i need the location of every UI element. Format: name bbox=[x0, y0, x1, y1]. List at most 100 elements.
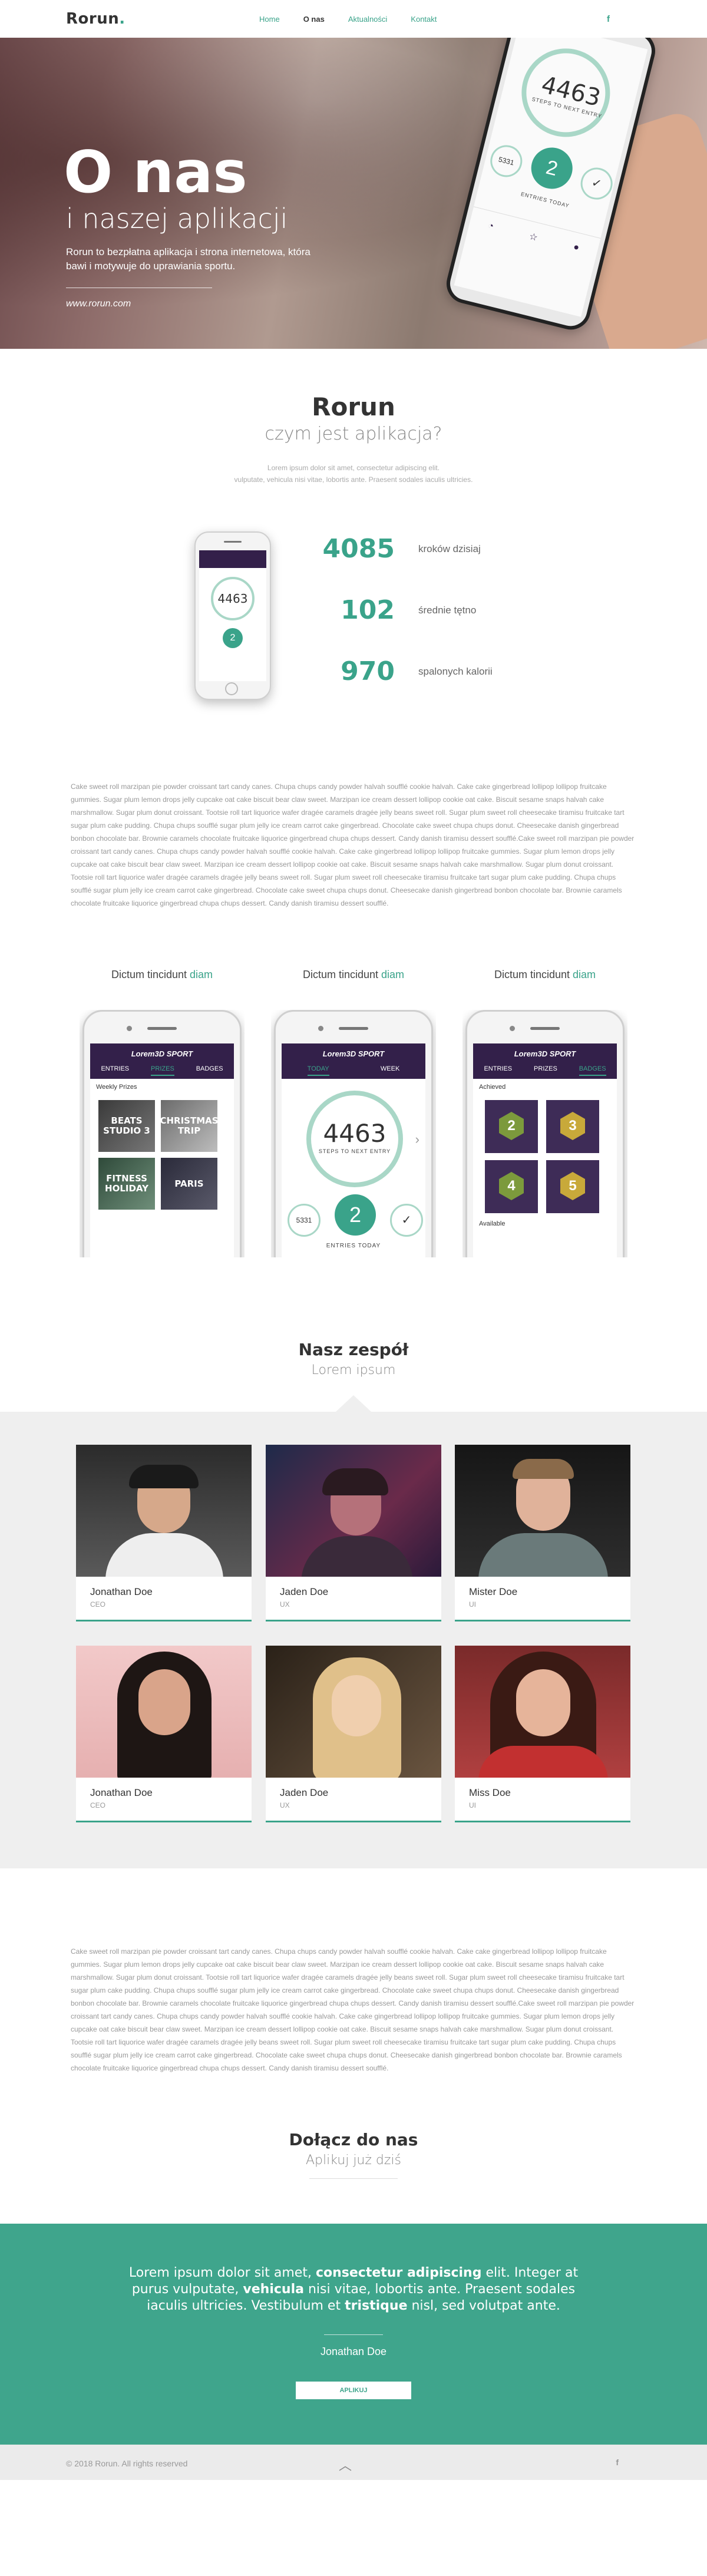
screen-phone-today: Lorem3D SPORT TODAY WEEK 4463 STEPS TO NE… bbox=[271, 1010, 436, 1257]
about-intro: Lorem ipsum dolor sit amet, consectetur … bbox=[0, 462, 707, 486]
check-icon: ✓ bbox=[390, 1204, 423, 1237]
member-role: UI bbox=[469, 1801, 476, 1809]
tab-entries[interactable]: ENTRIES bbox=[101, 1065, 129, 1076]
team-card[interactable]: Jaden Doe UX bbox=[266, 1646, 441, 1822]
tab-badges[interactable]: BADGES bbox=[579, 1065, 606, 1076]
tab-today[interactable]: TODAY bbox=[307, 1065, 329, 1076]
team-card[interactable]: Jonathan Doe CEO bbox=[76, 1646, 252, 1822]
member-role: UX bbox=[280, 1600, 290, 1609]
team-photo bbox=[76, 1646, 252, 1778]
lorem-paragraph-1: Cake sweet roll marzipan pie powder croi… bbox=[71, 782, 635, 907]
screen-title-text: Dictum tincidunt bbox=[302, 969, 379, 980]
stat-label: kroków dzisiaj bbox=[418, 543, 481, 554]
prize-tile[interactable]: CHRISTMAS TRIP bbox=[160, 1100, 219, 1152]
screen-column-today: Dictum tincidunt diam Lorem3D SPORT TODA… bbox=[271, 969, 436, 1257]
menu-item-o-nas[interactable]: O nas bbox=[303, 15, 325, 24]
join-header: Dołącz do nas Aplikuj już dziś bbox=[0, 2130, 707, 2179]
app-brand: Lorem3D SPORT bbox=[131, 1049, 193, 1058]
badge-number: 5 bbox=[560, 1172, 585, 1200]
hero-app-tabbar: ◔ ☆ ● bbox=[466, 206, 601, 267]
chevron-right-icon[interactable]: › bbox=[415, 1132, 419, 1147]
team-card[interactable]: Mister Doe UI bbox=[455, 1445, 630, 1621]
screen-column-badges: Dictum tincidunt diam Lorem3D SPORT ENTR… bbox=[462, 969, 627, 1257]
screen-title-text: Dictum tincidunt bbox=[111, 969, 187, 980]
screen-phone-prizes: Lorem3D SPORT ENTRIES PRIZES BADGES Weekly… bbox=[80, 1010, 245, 1257]
stats-phone-appbar bbox=[199, 550, 266, 568]
screen-heading: Achieved bbox=[479, 1084, 506, 1091]
site-logo[interactable]: Rorun. bbox=[66, 10, 125, 28]
prize-tile[interactable]: FITNESS HOLIDAY bbox=[98, 1158, 155, 1210]
app-bar: Lorem3D SPORT ENTRIES PRIZES BADGES bbox=[90, 1043, 234, 1079]
tab-badges[interactable]: BADGES bbox=[196, 1065, 223, 1076]
check-icon: ✓ bbox=[577, 164, 616, 203]
lorem-paragraph-2: Cake sweet roll marzipan pie powder croi… bbox=[71, 1947, 635, 2072]
testimonial-section: Lorem ipsum dolor sit amet, consectetur … bbox=[0, 2224, 707, 2445]
tab-week[interactable]: WEEK bbox=[381, 1065, 399, 1076]
tab-prizes[interactable]: PRIZES bbox=[534, 1065, 557, 1076]
facebook-icon[interactable]: f bbox=[616, 2458, 619, 2467]
stat-heartrate: 102 średnie tętno bbox=[318, 595, 476, 625]
tab-entries[interactable]: ENTRIES bbox=[484, 1065, 512, 1076]
team-card[interactable]: Miss Doe UI bbox=[455, 1646, 630, 1822]
entries-count: 2 bbox=[335, 1194, 376, 1236]
prize-tile[interactable]: PARIS bbox=[161, 1158, 217, 1210]
member-role: UX bbox=[280, 1801, 290, 1809]
badge-3[interactable]: 3 bbox=[546, 1100, 599, 1153]
facebook-icon[interactable]: f bbox=[607, 14, 610, 24]
hero-url-link[interactable]: www.rorun.com bbox=[66, 299, 131, 309]
team-card[interactable]: Jonathan Doe CEO bbox=[76, 1445, 252, 1621]
stat-label: spalonych kalorii bbox=[418, 665, 493, 677]
menu-item-home[interactable]: Home bbox=[259, 15, 280, 24]
about-subtitle: czym jest aplikacja? bbox=[265, 424, 442, 444]
stats-phone-count: 2 bbox=[223, 628, 243, 648]
menu-item-kontakt[interactable]: Kontakt bbox=[411, 15, 437, 24]
team-photo bbox=[455, 1445, 630, 1577]
stat-label: średnie tętno bbox=[418, 604, 477, 616]
badge-4[interactable]: 4 bbox=[485, 1160, 538, 1213]
member-name: Jonathan Doe bbox=[90, 1787, 153, 1798]
tab-prizes[interactable]: PRIZES bbox=[151, 1065, 174, 1076]
stat-steps: 4085 kroków dzisiaj bbox=[318, 534, 481, 564]
chevron-up-icon[interactable]: ︿ bbox=[339, 2455, 352, 2474]
apply-button[interactable]: APLIKUJ bbox=[296, 2382, 411, 2399]
team-photo bbox=[76, 1445, 252, 1577]
team-photo bbox=[266, 1445, 441, 1577]
testimonial-text: Lorem ipsum dolor sit amet, consectetur … bbox=[128, 2265, 579, 2313]
badge-2[interactable]: 2 bbox=[485, 1100, 538, 1153]
steps-count: 4463 bbox=[323, 1119, 386, 1148]
team-card[interactable]: Jaden Doe UX bbox=[266, 1445, 441, 1621]
footer: © 2018 Rorun. All rights reserved ︿ f bbox=[0, 2445, 707, 2480]
hero-description: Rorun to bezpłatna aplikacja i strona in… bbox=[66, 246, 310, 272]
star-tab-icon: ☆ bbox=[528, 231, 539, 243]
testimonial-author: Jonathan Doe bbox=[320, 2346, 387, 2357]
top-navbar: Rorun. Home O nas Aktualności Kontakt f bbox=[0, 0, 707, 38]
prize-tile[interactable]: BEATS STUDIO 3 bbox=[98, 1100, 155, 1152]
about-intro-line-2: vulputate, vehicula nisi vitae, lobortis… bbox=[234, 475, 473, 484]
member-name: Jaden Doe bbox=[280, 1787, 329, 1798]
about-section: Rorun czym jest aplikacja? Lorem ipsum d… bbox=[0, 392, 707, 486]
screen-title: Dictum tincidunt diam bbox=[271, 969, 436, 981]
home-button bbox=[225, 682, 238, 695]
member-name: Jonathan Doe bbox=[90, 1586, 153, 1597]
member-role: CEO bbox=[90, 1801, 106, 1809]
badge-5[interactable]: 5 bbox=[546, 1160, 599, 1213]
copyright-text: © 2018 Rorun. All rights reserved bbox=[66, 2459, 188, 2468]
join-title: Dołącz do nas bbox=[289, 2130, 418, 2149]
steps-label: STEPS TO NEXT ENTRY bbox=[318, 1148, 391, 1154]
menu-item-aktualnosci[interactable]: Aktualności bbox=[348, 15, 387, 24]
screen-title: Dictum tincidunt diam bbox=[462, 969, 627, 981]
available-label: Available bbox=[479, 1220, 506, 1227]
team-title: Nasz zespół bbox=[298, 1340, 409, 1359]
badge-number: 2 bbox=[499, 1112, 524, 1140]
hero-entries-count: 2 bbox=[527, 143, 577, 193]
join-divider bbox=[309, 2178, 398, 2179]
app-brand: Lorem3D SPORT bbox=[514, 1049, 576, 1058]
hero-banner: 4463 STEPS TO NEXT ENTRY 2 5331 ✓ ENTRIE… bbox=[0, 38, 707, 349]
member-name: Mister Doe bbox=[469, 1586, 518, 1597]
team-section: Jonathan Doe CEO Jaden Doe UX Mister Doe… bbox=[0, 1395, 707, 1868]
team-subtitle: Lorem ipsum bbox=[311, 1363, 396, 1378]
join-subtitle: Aplikuj już dziś bbox=[305, 2153, 402, 2168]
app-bar: Lorem3D SPORT ENTRIES PRIZES BADGES bbox=[473, 1043, 617, 1079]
app-brand: Lorem3D SPORT bbox=[322, 1049, 385, 1058]
screen-title: Dictum tincidunt diam bbox=[80, 969, 245, 981]
